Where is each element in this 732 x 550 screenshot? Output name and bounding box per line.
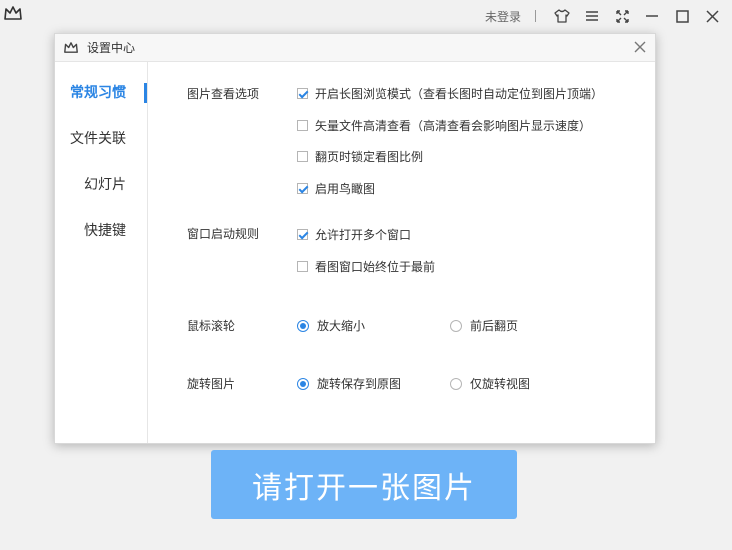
wheel-page-radio[interactable]: 前后翻页: [450, 317, 518, 334]
option-label: 旋转保存到原图: [317, 377, 402, 391]
multi-window-checkbox[interactable]: 允许打开多个窗口: [297, 226, 411, 243]
option-label: 允许打开多个窗口: [315, 228, 412, 242]
title-bar-controls: 未登录: [485, 6, 732, 26]
settings-content: 图片查看选项 开启长图浏览模式（查看长图时自动定位到图片顶端） 矢量文件高清查看…: [148, 62, 655, 443]
sidebar-item-label: 幻灯片: [84, 177, 126, 193]
close-icon[interactable]: [702, 7, 722, 25]
settings-dialog: 设置中心 常规习惯 文件关联 幻灯片 快捷键 图片查看选项 开启长图浏览模式（查…: [54, 33, 656, 444]
checkbox-box: [297, 120, 308, 131]
sidebar-item-general[interactable]: 常规习惯: [55, 83, 147, 103]
sidebar-item-slideshow[interactable]: 幻灯片: [55, 175, 147, 195]
fullscreen-icon[interactable]: [612, 7, 632, 25]
option-label: 翻页时锁定看图比例: [315, 150, 424, 164]
crown-icon: [4, 6, 22, 20]
checkbox-box: [297, 88, 308, 99]
radio-circle: [297, 377, 309, 390]
sidebar-item-label: 常规习惯: [70, 85, 126, 101]
sidebar-item-label: 快捷键: [84, 223, 126, 239]
mouse-wheel-label: 鼠标滚轮: [187, 319, 236, 333]
option-label: 放大缩小: [317, 319, 366, 333]
sidebar-item-shortcuts[interactable]: 快捷键: [55, 221, 147, 241]
checkbox-box: [297, 151, 308, 162]
sidebar-item-file-association[interactable]: 文件关联: [55, 129, 147, 149]
option-label: 矢量文件高清查看（高清查看会影响图片显示速度）: [315, 119, 592, 133]
vector-hd-checkbox[interactable]: 矢量文件高清查看（高清查看会影响图片显示速度）: [297, 117, 591, 134]
maximize-icon[interactable]: [672, 7, 692, 25]
dialog-title: 设置中心: [87, 41, 136, 55]
rotate-save-radio[interactable]: 旋转保存到原图: [297, 375, 401, 392]
birds-eye-checkbox[interactable]: 启用鸟瞰图: [297, 180, 375, 197]
option-label: 启用鸟瞰图: [315, 182, 376, 196]
close-icon[interactable]: [633, 40, 647, 54]
menu-icon[interactable]: [582, 7, 602, 25]
dialog-header: 设置中心: [55, 34, 655, 62]
radio-circle: [297, 319, 309, 332]
skin-icon[interactable]: [552, 7, 572, 25]
option-label: 看图窗口始终位于最前: [315, 260, 436, 274]
crown-icon: [64, 42, 78, 53]
checkbox-box: [297, 229, 308, 240]
settings-sidebar: 常规习惯 文件关联 幻灯片 快捷键: [55, 62, 148, 443]
option-label: 开启长图浏览模式（查看长图时自动定位到图片顶端）: [315, 87, 604, 101]
window-rules-label: 窗口启动规则: [187, 227, 260, 241]
divider: [535, 10, 536, 22]
wheel-zoom-radio[interactable]: 放大缩小: [297, 317, 365, 334]
radio-circle: [450, 377, 462, 390]
checkbox-box: [297, 261, 308, 272]
view-options-label: 图片查看选项: [187, 87, 260, 101]
minimize-icon[interactable]: [642, 7, 662, 25]
radio-circle: [450, 319, 462, 332]
checkbox-box: [297, 183, 308, 194]
open-image-button[interactable]: 请打开一张图片: [211, 450, 517, 519]
always-on-top-checkbox[interactable]: 看图窗口始终位于最前: [297, 258, 435, 275]
long-image-mode-checkbox[interactable]: 开启长图浏览模式（查看长图时自动定位到图片顶端）: [297, 85, 603, 102]
sidebar-item-label: 文件关联: [70, 131, 126, 147]
login-link[interactable]: 未登录: [485, 8, 521, 25]
rotate-image-label: 旋转图片: [187, 377, 236, 391]
active-indicator: [144, 83, 147, 103]
option-label: 前后翻页: [470, 319, 519, 333]
option-label: 仅旋转视图: [470, 377, 531, 391]
rotate-view-radio[interactable]: 仅旋转视图: [450, 375, 530, 392]
lock-zoom-checkbox[interactable]: 翻页时锁定看图比例: [297, 148, 423, 165]
